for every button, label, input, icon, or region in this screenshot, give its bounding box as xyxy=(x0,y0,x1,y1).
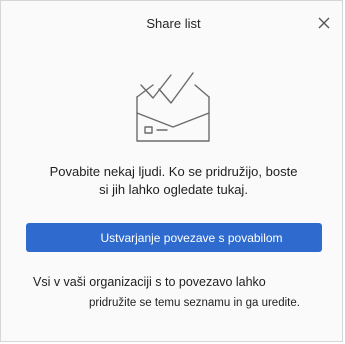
envelope-checkmark-icon xyxy=(133,71,213,147)
share-list-dialog: Share list Povabite nekaj ljudi. Ko se p… xyxy=(0,0,343,342)
invite-message: Povabite nekaj ljudi. Ko se pridružijo, … xyxy=(21,163,326,199)
organization-info-line-2: pridružite se temu seznamu in ga uredite… xyxy=(89,297,300,309)
invite-message-line-1: Povabite nekaj ljudi. Ko se pridružijo, … xyxy=(49,164,298,179)
close-button[interactable] xyxy=(314,13,334,33)
close-icon xyxy=(318,17,330,29)
dialog-title: Share list xyxy=(146,16,201,31)
invite-message-line-2: si jih lahko ogledate tukaj. xyxy=(99,182,248,197)
create-invite-link-button[interactable]: Ustvarjanje povezave s povabilom xyxy=(26,223,322,252)
organization-info-line-1: Vsi v vaši organizaciji s to povezavo la… xyxy=(33,275,266,289)
